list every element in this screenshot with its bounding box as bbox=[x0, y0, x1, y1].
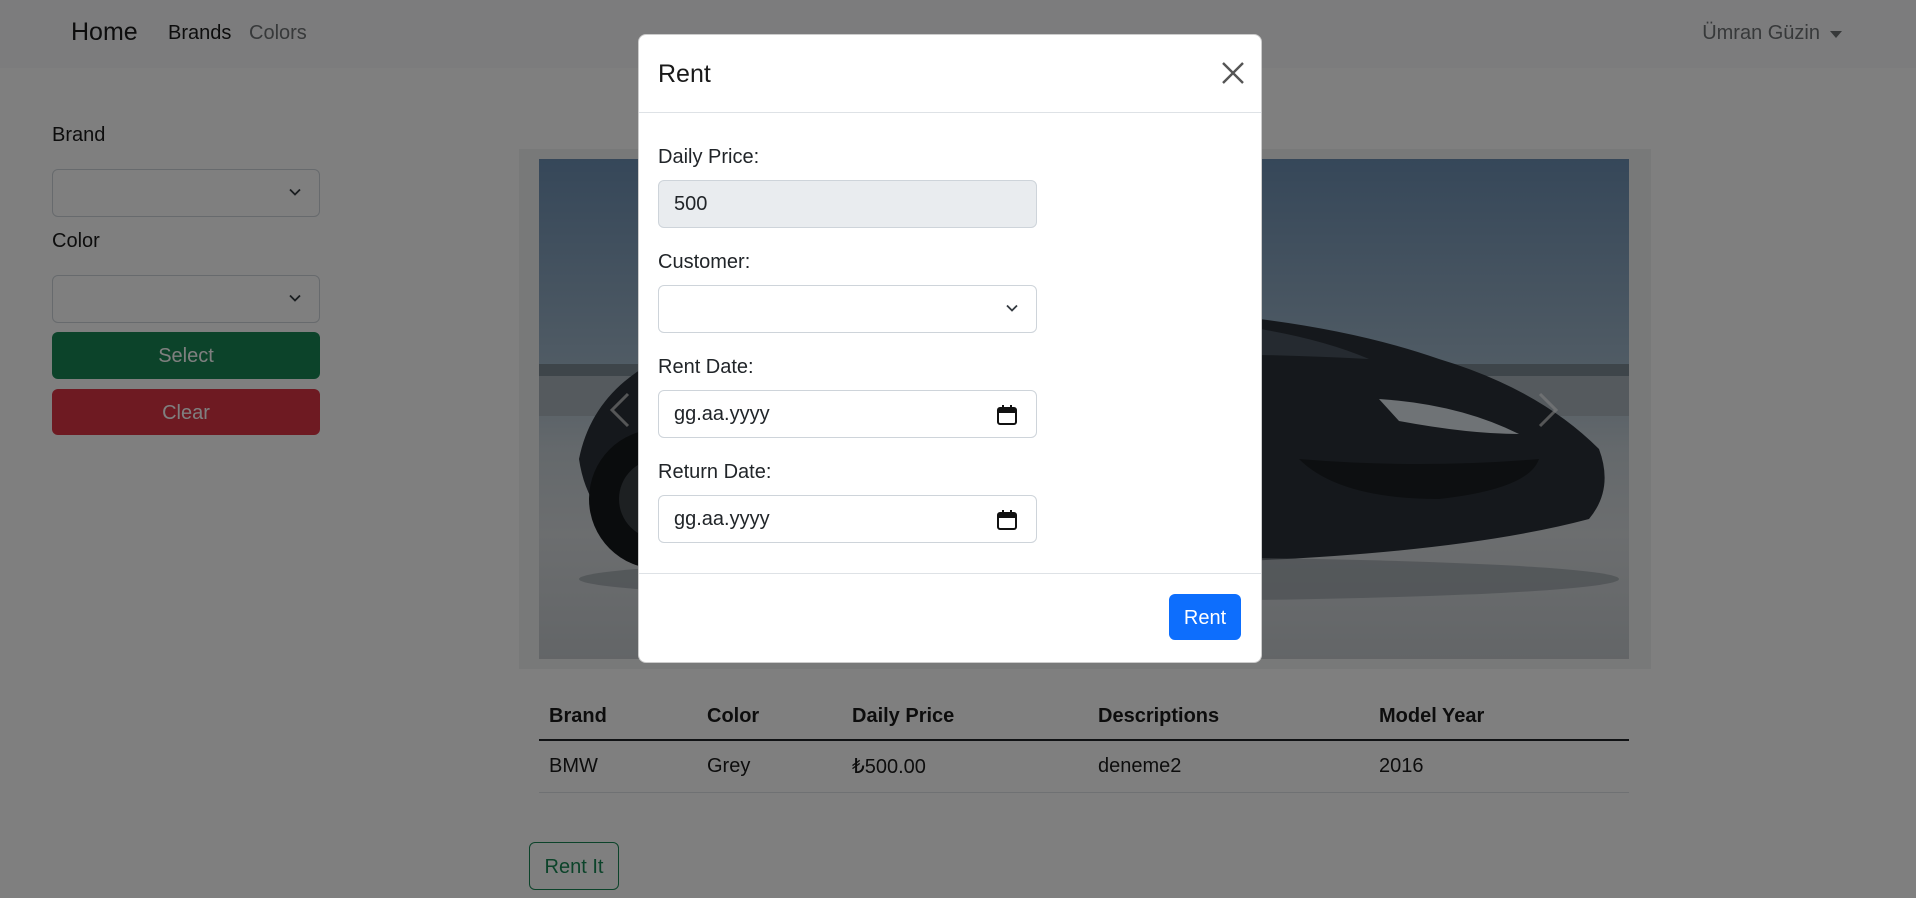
daily-price-field: 500 bbox=[658, 180, 1037, 228]
rent-date-input[interactable]: gg.aa.yyyy bbox=[658, 390, 1037, 438]
customer-label: Customer: bbox=[658, 251, 751, 273]
calendar-icon[interactable] bbox=[996, 509, 1018, 531]
modal-header: Rent bbox=[639, 35, 1261, 113]
rent-submit-button[interactable]: Rent bbox=[1169, 594, 1241, 640]
return-date-placeholder: gg.aa.yyyy bbox=[674, 508, 770, 530]
return-date-input[interactable]: gg.aa.yyyy bbox=[658, 495, 1037, 543]
daily-price-value: 500 bbox=[674, 193, 708, 215]
rent-date-label: Rent Date: bbox=[658, 356, 754, 378]
daily-price-label: Daily Price: bbox=[658, 146, 760, 168]
rent-modal: Rent Daily Price: 500 Customer: Rent Dat… bbox=[638, 34, 1262, 663]
return-date-label: Return Date: bbox=[658, 461, 772, 483]
calendar-icon[interactable] bbox=[996, 404, 1018, 426]
modal-footer: Rent bbox=[639, 573, 1261, 663]
close-icon[interactable] bbox=[1221, 61, 1245, 85]
rent-date-placeholder: gg.aa.yyyy bbox=[674, 403, 770, 425]
chevron-down-icon bbox=[1006, 304, 1018, 312]
customer-select[interactable] bbox=[658, 285, 1037, 333]
modal-title: Rent bbox=[658, 60, 711, 88]
